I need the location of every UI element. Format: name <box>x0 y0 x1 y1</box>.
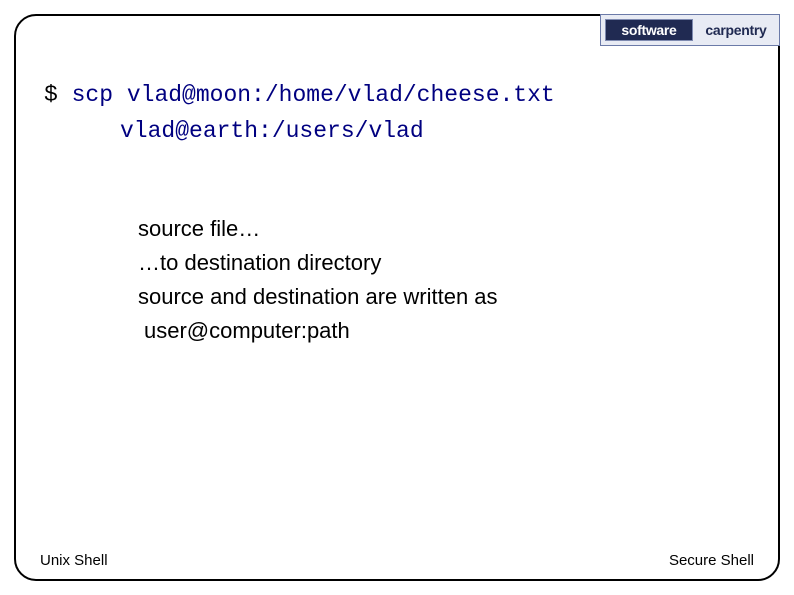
command-line-2: vlad@earth:/users/vlad <box>44 114 555 150</box>
slide-frame: software carpentry $ scp vlad@moon:/home… <box>14 14 780 581</box>
command-block: $ scp vlad@moon:/home/vlad/cheese.txt vl… <box>44 78 555 149</box>
explanation-line-1: source file… <box>138 212 498 246</box>
footer-right: Secure Shell <box>669 552 754 569</box>
explanation-line-3: source and destination are written as <box>138 280 498 314</box>
shell-prompt: $ <box>44 82 58 108</box>
logo: software carpentry <box>600 14 780 46</box>
explanation-block: source file… …to destination directory s… <box>138 212 498 348</box>
footer-left: Unix Shell <box>40 552 108 569</box>
command-line-1: scp vlad@moon:/home/vlad/cheese.txt <box>72 82 555 108</box>
explanation-line-4: user@computer:path <box>138 314 350 348</box>
logo-word-carpentry: carpentry <box>697 19 775 41</box>
logo-word-software: software <box>605 19 693 41</box>
explanation-line-2: …to destination directory <box>138 246 498 280</box>
